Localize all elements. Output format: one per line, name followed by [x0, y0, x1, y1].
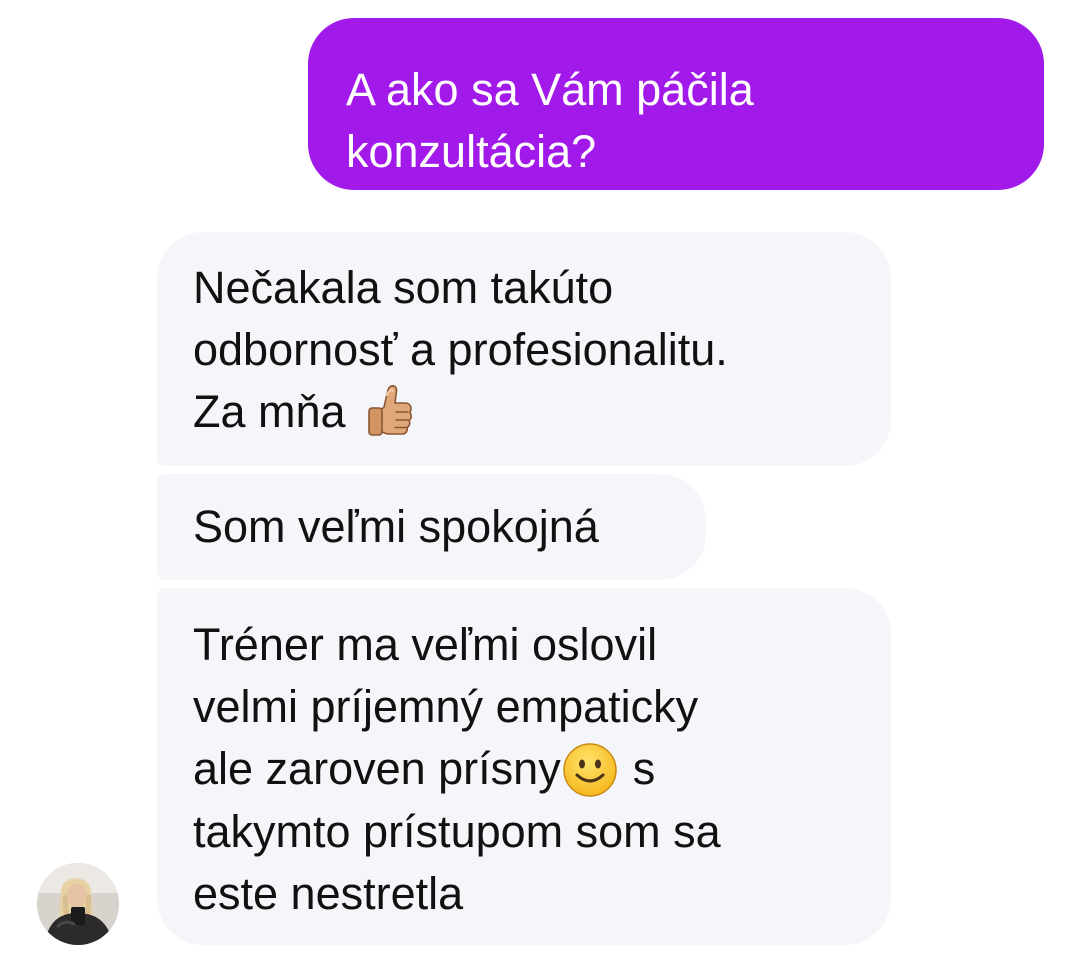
message-text-line: ale zaroven prísny s [193, 738, 855, 801]
smiling-face-icon [562, 743, 617, 797]
thumbs-up-icon [368, 385, 413, 436]
avatar-photo-icon [37, 863, 119, 945]
message-text: ale zaroven prísny [193, 743, 561, 794]
message-text-line: Tréner ma veľmi oslovil [193, 619, 658, 670]
message-text-line: Som veľmi spokojná [193, 501, 599, 552]
message-text: s [632, 743, 656, 794]
message-text: Za mňa [193, 386, 346, 437]
contact-avatar[interactable] [37, 863, 119, 945]
sent-message-bubble[interactable]: A ako sa Vám páčila konzultácia? [308, 18, 1044, 190]
received-message-bubble[interactable]: Som veľmi spokojná [157, 474, 706, 580]
received-message-bubble[interactable]: Nečakala som takúto odbornosť a profesio… [157, 232, 891, 466]
message-text-line: odbornosť a profesionalitu. [193, 324, 728, 375]
message-text-line: takymto prístupom som sa [193, 806, 721, 858]
message-text-line: velmi príjemný empaticky [193, 681, 699, 732]
received-message-bubble[interactable]: Tréner ma veľmi oslovil velmi príjemný e… [157, 588, 891, 945]
message-text-line: konzultácia? [346, 126, 597, 177]
message-text-line: este nestretla [193, 868, 464, 920]
message-text-line: Nečakala som takúto [193, 262, 614, 313]
message-text-line: Za mňa [193, 381, 855, 445]
message-text-line: A ako sa Vám páčila [346, 64, 754, 115]
